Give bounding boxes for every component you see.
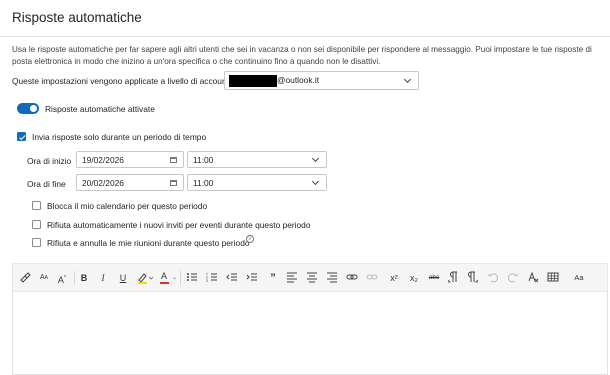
table-icon[interactable] [547,271,561,285]
font-size-icon[interactable]: A^ [55,271,69,285]
align-left-icon[interactable] [286,271,300,285]
period-checkbox[interactable] [17,132,26,141]
auto-reply-toggle[interactable] [17,103,39,114]
message-editor[interactable] [12,291,608,375]
underline-button[interactable]: U [116,271,130,285]
block-calendar-label: Blocca il mio calendario per questo peri… [47,201,208,211]
end-date-field[interactable]: 20/02/2026 [76,174,184,191]
toggle-knob [30,105,37,112]
font-icon[interactable]: AA [37,271,51,285]
highlight-button[interactable] [136,271,154,285]
redacted-email-mask [229,75,277,87]
description-text: Usa le risposte automatiche per far sape… [12,45,592,66]
period-checkbox-label: Invia risposte solo durante un periodo d… [32,132,207,142]
styles-button[interactable]: Aa [571,271,587,285]
cancel-meetings-label: Rifiuta e annulla le mie riunioni durant… [47,238,250,248]
page-title: Risposte automatiche [12,10,142,25]
calendar-icon[interactable] [170,157,177,163]
start-date-field[interactable]: 19/02/2026 [76,151,184,168]
start-date-value: 19/02/2026 [82,155,124,165]
font-color-button[interactable]: A ⌄ [159,271,177,285]
link-icon[interactable] [346,271,360,285]
info-icon[interactable]: i [246,235,254,243]
cancel-meetings-checkbox[interactable] [32,238,41,247]
svg-text:3: 3 [206,279,208,283]
account-label: Queste impostazioni vengono applicate a … [12,76,232,86]
checkmark-icon [18,133,26,140]
title-divider [0,36,610,37]
end-date-value: 20/02/2026 [82,178,124,188]
start-time-label: Ora di inizio [27,156,72,166]
calendar-icon[interactable] [170,180,177,186]
unlink-icon [366,271,380,285]
chevron-down-icon [403,75,412,84]
editor-toolbar: AA A^ B I U A ⌄ 123 ” x² x₂ abc Aa [12,263,608,291]
end-time-label: Ora di fine [27,179,66,189]
toolbar-separator [180,271,181,285]
block-calendar-checkbox[interactable] [32,201,41,210]
clear-formatting-icon[interactable] [527,271,541,285]
decrease-indent-icon[interactable] [226,271,240,285]
decline-invites-label: Rifiuta automaticamente i nuovi inviti p… [47,220,311,230]
rtl-icon[interactable] [467,271,481,285]
account-value: @outlook.it [277,75,320,85]
align-right-icon[interactable] [326,271,340,285]
chevron-down-icon: ⌄ [172,275,178,281]
undo-icon [487,271,501,285]
increase-indent-icon[interactable] [246,271,260,285]
redo-icon [507,271,521,285]
numbered-list-icon[interactable]: 123 [206,271,220,285]
start-time-dropdown[interactable]: 11:00 [187,151,327,168]
end-time-dropdown[interactable]: 11:00 [187,174,327,191]
decline-invites-checkbox[interactable] [32,220,41,229]
format-painter-icon[interactable] [19,271,33,285]
font-color-bar [160,282,169,284]
quote-icon[interactable]: ” [266,271,280,285]
bullet-list-icon[interactable] [186,271,200,285]
chevron-down-icon [311,177,320,186]
account-dropdown[interactable]: @outlook.it [224,71,419,90]
subscript-button[interactable]: x₂ [407,271,421,285]
align-center-icon[interactable] [306,271,320,285]
ltr-icon[interactable] [447,271,461,285]
italic-button[interactable]: I [96,271,110,285]
toolbar-separator [74,271,75,285]
start-time-value: 11:00 [193,155,214,165]
auto-reply-toggle-label: Risposte automatiche attivate [45,104,155,114]
strikethrough-button[interactable]: abc [426,271,442,285]
bold-button[interactable]: B [77,271,91,285]
superscript-button[interactable]: x² [387,271,401,285]
chevron-down-icon [311,154,320,163]
end-time-value: 11:00 [193,178,214,188]
